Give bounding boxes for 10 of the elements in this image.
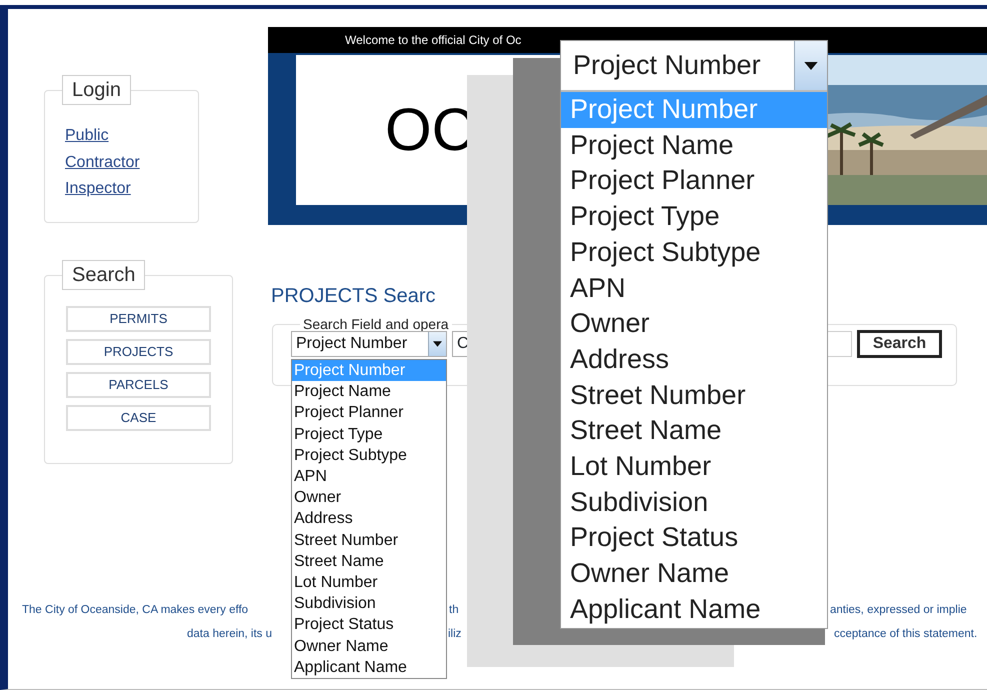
disclaimer-text: The City of Oceanside, CA makes every effo <box>22 603 248 618</box>
disclaimer-text: iliz <box>448 627 462 642</box>
disclaimer-text: th <box>449 603 459 618</box>
disclaimer-text: anties, expressed or implie <box>830 603 967 618</box>
disclaimer-text: data herein, its u <box>187 627 272 642</box>
panel-title: Login <box>62 75 131 105</box>
page-heading: PROJECTS Searc <box>271 284 436 308</box>
disclaimer-text: cceptance of this statement. <box>834 627 978 642</box>
panel-legend: Search Field and opera <box>300 316 452 332</box>
panel-title: Search <box>62 260 146 290</box>
